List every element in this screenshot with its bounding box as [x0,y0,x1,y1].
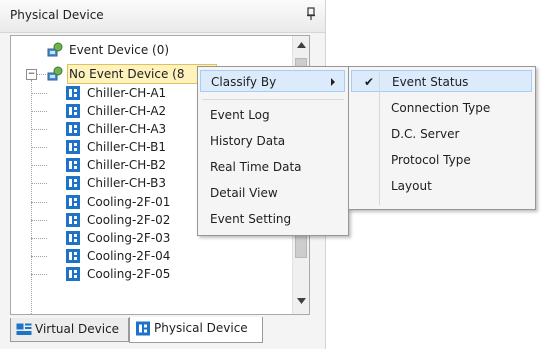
tree-item-label: Chiller-CH-A2 [87,104,167,118]
tree-item-event-device[interactable]: Event Device (0) [47,41,287,59]
tree-connector [31,129,47,130]
submenu-item-connection-type[interactable]: Connection Type [351,97,542,119]
tree-connector [36,74,46,75]
tree-item-label: Chiller-CH-B2 [87,158,167,172]
tree-item-label: Chiller-CH-A1 [87,86,167,100]
tab-label: Virtual Device [35,322,120,336]
menu-item-event-log[interactable]: Event Log [200,104,355,126]
submenu-item-layout[interactable]: Layout [351,175,542,197]
check-icon: ✔ [364,75,375,89]
physical-device-icon [136,321,150,336]
tree-item-label: No Event Device (8 [69,67,185,81]
device-icon [66,86,80,100]
menu-item-detail-view[interactable]: Detail View [200,182,355,204]
tree-item-label: Cooling-2F-01 [87,195,171,209]
tree-connector [31,220,47,221]
tree-item-label: Chiller-CH-B1 [87,140,167,154]
context-menu: Classify By Event Log History Data Real … [197,66,349,236]
tree-item-label: Chiller-CH-B3 [87,176,167,190]
tab-label: Physical Device [154,321,248,335]
submenu-item-dc-server[interactable]: D.C. Server [351,123,542,145]
tree-connector [31,93,47,94]
pin-icon[interactable] [305,7,317,21]
tree-connector [31,256,47,257]
menu-item-label: Classify By [211,75,277,89]
tree-connector [31,202,47,203]
tree-item-label: Cooling-2F-02 [87,213,171,227]
tab-virtual-device[interactable]: Virtual Device [10,318,129,342]
tree-connector [31,111,47,112]
menu-item-history-data[interactable]: History Data [200,130,355,152]
tree-item-label: Chiller-CH-A3 [87,122,167,136]
tab-physical-device[interactable]: Physical Device [129,317,263,343]
tree-connector [31,274,47,275]
tree-connector [31,165,47,166]
tree-item-device[interactable]: Cooling-2F-05 [65,265,285,283]
tree-item-label: Cooling-2F-04 [87,249,171,263]
device-icon [66,140,80,154]
panel-titlebar: Physical Device [0,0,325,33]
virtual-device-icon [16,323,32,335]
device-icon [66,231,80,245]
classify-by-submenu: ✔ Event Status Connection Type D.C. Serv… [348,66,536,210]
panel-title: Physical Device [10,8,104,22]
scroll-down-arrow-icon[interactable] [297,298,306,304]
device-icon [66,176,80,190]
scroll-up-arrow-icon[interactable] [297,42,306,48]
menu-item-real-time-data[interactable]: Real Time Data [200,156,355,178]
tree-item-label: Event Device (0) [69,43,170,57]
device-group-icon [47,66,63,81]
tree-item-label: Cooling-2F-03 [87,231,171,245]
tree-connector [31,80,32,314]
tree-item-device[interactable]: Cooling-2F-04 [65,247,285,265]
menu-item-classify-by[interactable]: Classify By [200,70,345,92]
menu-separator [202,99,344,100]
menu-item-event-setting[interactable]: Event Setting [200,208,355,230]
submenu-item-label: Event Status [392,75,469,89]
submenu-item-protocol-type[interactable]: Protocol Type [351,149,542,171]
submenu-arrow-icon [331,78,335,86]
tree-connector [31,147,47,148]
device-group-icon [47,42,63,57]
device-icon [66,213,80,227]
device-icon [66,249,80,263]
tree-item-label: Cooling-2F-05 [87,267,171,281]
tree-connector [31,238,47,239]
device-icon [66,195,80,209]
device-icon [66,267,80,281]
device-icon [66,122,80,136]
device-icon [66,104,80,118]
tree-connector [31,183,47,184]
device-icon [66,158,80,172]
collapse-toggle[interactable]: − [26,69,37,80]
